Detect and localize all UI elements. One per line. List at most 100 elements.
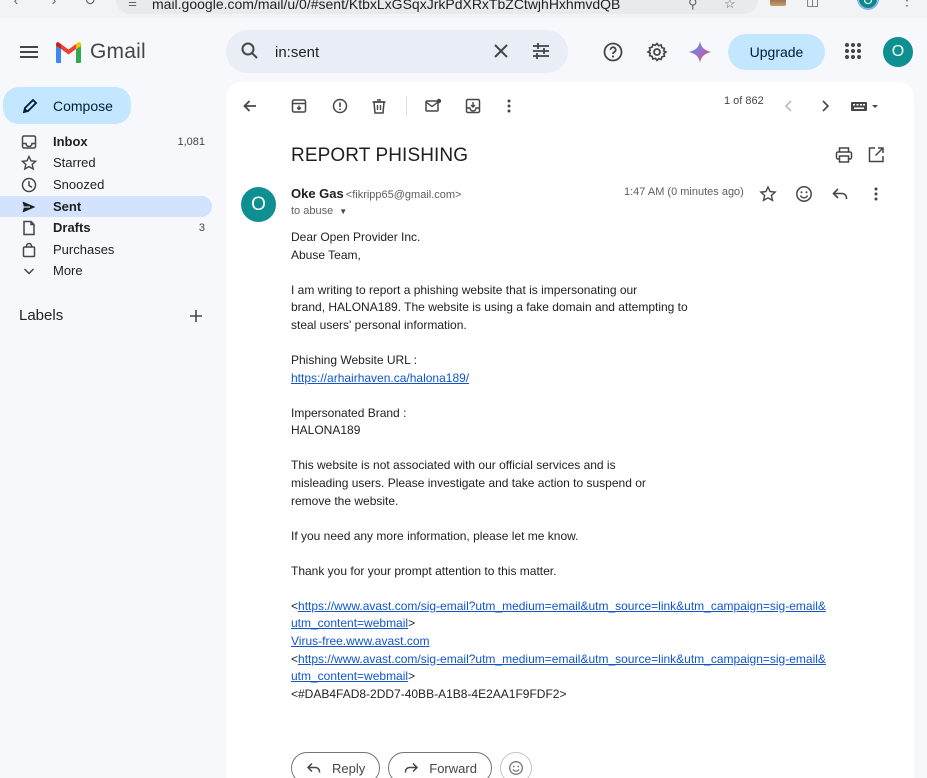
sidebar-item-snoozed[interactable]: Snoozed xyxy=(0,174,212,195)
body-line: Dear Open Provider Inc. xyxy=(291,230,421,244)
extension-icon[interactable] xyxy=(770,0,786,6)
avast-link[interactable]: utm_content=webmail xyxy=(291,669,408,683)
settings-gear-icon[interactable] xyxy=(643,38,671,66)
sender-avatar[interactable]: O xyxy=(241,187,276,222)
star-icon[interactable] xyxy=(757,183,779,205)
body-line: Phishing Website URL : xyxy=(291,352,418,367)
gmail-m-icon xyxy=(56,42,81,63)
next-chevron-icon[interactable] xyxy=(813,94,837,118)
chevron-down-icon xyxy=(21,263,37,279)
open-new-window-icon[interactable] xyxy=(866,145,886,165)
sidebar-item-sent[interactable]: Sent xyxy=(0,196,212,217)
recipient-details-icon[interactable]: ▼ xyxy=(339,207,347,216)
sidebar-item-label: Drafts xyxy=(53,220,91,235)
search-options-icon[interactable] xyxy=(530,40,552,62)
phishing-url-link[interactable]: https://arhairhaven.ca/halona189/ xyxy=(291,371,469,385)
account-avatar[interactable]: O xyxy=(883,37,913,67)
body-line: If you need any more information, please… xyxy=(291,528,579,543)
pagination-text: 1 of 862 xyxy=(724,95,764,107)
message-body: Dear Open Provider Inc. Abuse Team, I am… xyxy=(291,229,851,703)
recipient-text: to abuse xyxy=(291,205,334,217)
forward-icon xyxy=(405,762,419,773)
message-more-icon[interactable] xyxy=(865,183,887,205)
gmail-logo[interactable]: Gmail xyxy=(54,40,146,64)
add-label-icon[interactable] xyxy=(187,307,205,325)
clear-search-icon[interactable] xyxy=(490,40,512,62)
address-bar[interactable]: ☰ mail.google.com/mail/u/0/#sent/KtbxLxG… xyxy=(116,0,758,14)
sidebar-item-label: More xyxy=(53,263,83,278)
delete-icon[interactable] xyxy=(367,94,391,118)
emoji-icon xyxy=(508,761,523,775)
move-to-icon[interactable] xyxy=(461,94,485,118)
body-line: misleading users. Please investigate and… xyxy=(291,475,646,490)
sidebar-item-purchases[interactable]: Purchases xyxy=(0,239,212,260)
emoji-reaction-icon[interactable] xyxy=(793,183,815,205)
gemini-sparkle-icon[interactable] xyxy=(686,38,714,66)
reply-button[interactable]: Reply xyxy=(291,752,381,778)
main-menu-icon[interactable] xyxy=(13,36,45,68)
search-icon[interactable] xyxy=(240,41,260,61)
sidebar-item-label: Inbox xyxy=(53,134,88,149)
compose-button[interactable]: Compose xyxy=(3,87,131,124)
pencil-icon xyxy=(21,97,39,115)
sidebar-item-label: Starred xyxy=(53,155,96,170)
search-icon[interactable]: ⚲ xyxy=(688,0,698,12)
help-icon[interactable] xyxy=(599,38,627,66)
forward-nav-icon[interactable]: › xyxy=(46,0,62,8)
message-subject: REPORT PHISHING xyxy=(291,145,469,166)
draft-count: 3 xyxy=(198,221,205,234)
recipient-line[interactable]: to abuse ▼ xyxy=(291,205,347,217)
address-url[interactable]: mail.google.com/mail/u/0/#sent/KtbxLxGSq… xyxy=(152,0,620,12)
search-bar[interactable] xyxy=(226,30,568,73)
search-input[interactable] xyxy=(275,41,475,63)
sidebar-item-inbox[interactable]: Inbox 1,081 xyxy=(0,131,212,152)
body-line: brand, HALONA189. The website is using a… xyxy=(291,300,688,315)
previous-chevron-icon[interactable] xyxy=(777,94,801,118)
labels-heading: Labels xyxy=(19,307,64,324)
bookmark-star-icon[interactable]: ☆ xyxy=(724,0,736,12)
sidebar-item-label: Snoozed xyxy=(53,177,105,192)
reply-icon[interactable] xyxy=(829,183,851,205)
google-apps-icon[interactable] xyxy=(843,41,863,61)
sidebar-item-starred[interactable]: Starred xyxy=(0,152,212,173)
virus-free-link[interactable]: Virus-free.www.avast.com xyxy=(291,634,430,648)
keyboard-input-icon[interactable] xyxy=(849,94,885,118)
site-info-icon[interactable]: ☰ xyxy=(128,0,137,9)
more-options-icon[interactable] xyxy=(497,94,521,118)
extensions-puzzle-icon[interactable]: ◫ xyxy=(806,0,819,9)
print-icon[interactable] xyxy=(834,145,854,165)
forward-button[interactable]: Forward xyxy=(388,752,492,778)
avast-link[interactable]: https://www.avast.com/sig-email?utm_medi… xyxy=(298,599,826,613)
report-spam-icon[interactable] xyxy=(328,94,352,118)
clock-icon xyxy=(21,177,37,193)
browser-menu-icon[interactable]: ⋮ xyxy=(900,0,914,9)
archive-icon[interactable] xyxy=(287,94,311,118)
sender-line[interactable]: Oke Gas <fikripp65@gmail.com> xyxy=(291,186,461,201)
body-line: HALONA189 xyxy=(291,423,361,438)
toolbar-divider xyxy=(406,96,407,116)
emoji-react-button[interactable] xyxy=(499,752,532,778)
mark-unread-icon[interactable] xyxy=(421,94,445,118)
upgrade-button[interactable]: Upgrade xyxy=(728,34,825,70)
body-line: Abuse Team, xyxy=(291,247,361,262)
reply-icon xyxy=(306,762,321,773)
forward-label: Forward xyxy=(429,760,477,776)
angle-open: < xyxy=(291,651,299,666)
reply-actions: Reply Forward xyxy=(291,752,532,778)
sidebar-item-drafts[interactable]: Drafts 3 xyxy=(0,217,212,238)
browser-profile-avatar[interactable]: O xyxy=(857,0,879,10)
avast-link[interactable]: https://www.avast.com/sig-email?utm_medi… xyxy=(298,652,826,666)
back-nav-icon[interactable]: ‹ xyxy=(8,0,24,8)
body-line: Thank you for your prompt attention to t… xyxy=(291,563,557,578)
unread-count: 1,081 xyxy=(177,135,205,148)
avast-link[interactable]: utm_content=webmail xyxy=(291,616,408,630)
inbox-icon xyxy=(21,134,37,150)
angle-close: > xyxy=(408,616,416,631)
reload-icon[interactable]: ↻ xyxy=(82,0,98,8)
star-icon xyxy=(21,155,37,171)
sidebar-item-more[interactable]: More xyxy=(0,260,212,281)
app-name: Gmail xyxy=(90,40,146,63)
body-line: <#DAB4FAD8-2DD7-40BB-A1B8-4E2AA1F9FDF2> xyxy=(291,686,567,701)
sender-name[interactable]: Oke Gas xyxy=(291,186,344,201)
back-arrow-icon[interactable] xyxy=(238,94,262,118)
